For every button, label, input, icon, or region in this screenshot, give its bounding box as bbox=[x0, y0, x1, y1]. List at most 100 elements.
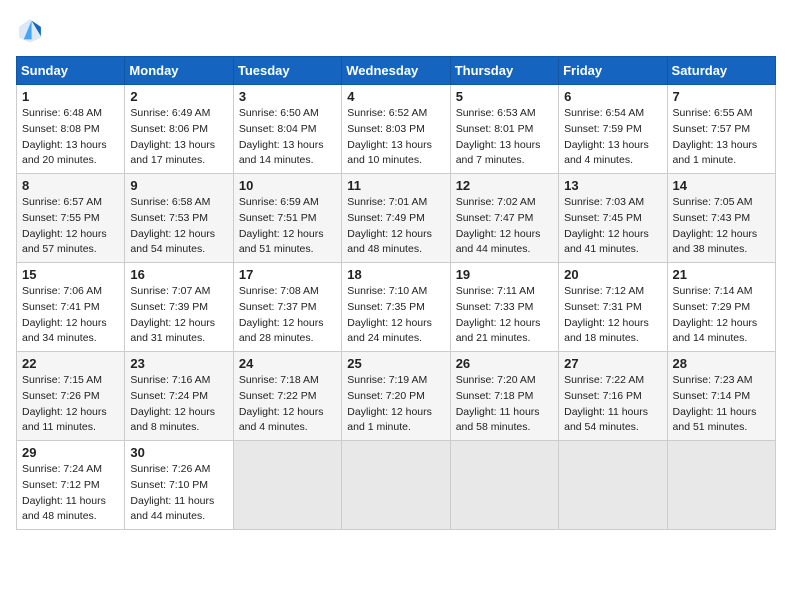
daylight-label: Daylight: 12 hours and 1 minute. bbox=[347, 406, 432, 434]
sunrise-label: Sunrise: 6:53 AM bbox=[456, 107, 536, 119]
daylight-label: Daylight: 12 hours and 28 minutes. bbox=[239, 317, 324, 345]
sunrise-label: Sunrise: 6:48 AM bbox=[22, 107, 102, 119]
calendar-cell: 15 Sunrise: 7:06 AM Sunset: 7:41 PM Dayl… bbox=[17, 263, 125, 352]
sunrise-label: Sunrise: 7:08 AM bbox=[239, 285, 319, 297]
day-info: Sunrise: 6:54 AM Sunset: 7:59 PM Dayligh… bbox=[564, 106, 661, 169]
sunrise-label: Sunrise: 7:19 AM bbox=[347, 374, 427, 386]
daylight-label: Daylight: 13 hours and 4 minutes. bbox=[564, 139, 649, 167]
day-info: Sunrise: 6:55 AM Sunset: 7:57 PM Dayligh… bbox=[673, 106, 770, 169]
daylight-label: Daylight: 12 hours and 57 minutes. bbox=[22, 228, 107, 256]
day-info: Sunrise: 7:24 AM Sunset: 7:12 PM Dayligh… bbox=[22, 462, 119, 525]
day-number: 8 bbox=[22, 178, 119, 193]
daylight-label: Daylight: 11 hours and 44 minutes. bbox=[130, 495, 214, 523]
sunset-label: Sunset: 7:51 PM bbox=[239, 212, 317, 224]
day-number: 23 bbox=[130, 356, 227, 371]
day-number: 27 bbox=[564, 356, 661, 371]
calendar-week-row: 15 Sunrise: 7:06 AM Sunset: 7:41 PM Dayl… bbox=[17, 263, 776, 352]
day-info: Sunrise: 6:59 AM Sunset: 7:51 PM Dayligh… bbox=[239, 195, 336, 258]
calendar-cell: 24 Sunrise: 7:18 AM Sunset: 7:22 PM Dayl… bbox=[233, 352, 341, 441]
daylight-label: Daylight: 12 hours and 34 minutes. bbox=[22, 317, 107, 345]
sunrise-label: Sunrise: 7:12 AM bbox=[564, 285, 644, 297]
calendar-cell: 6 Sunrise: 6:54 AM Sunset: 7:59 PM Dayli… bbox=[559, 85, 667, 174]
day-info: Sunrise: 7:10 AM Sunset: 7:35 PM Dayligh… bbox=[347, 284, 444, 347]
calendar-cell bbox=[342, 441, 450, 530]
calendar-cell: 11 Sunrise: 7:01 AM Sunset: 7:49 PM Dayl… bbox=[342, 174, 450, 263]
calendar-week-row: 1 Sunrise: 6:48 AM Sunset: 8:08 PM Dayli… bbox=[17, 85, 776, 174]
page-header bbox=[16, 16, 776, 44]
sunrise-label: Sunrise: 7:18 AM bbox=[239, 374, 319, 386]
sunset-label: Sunset: 7:53 PM bbox=[130, 212, 208, 224]
daylight-label: Daylight: 12 hours and 51 minutes. bbox=[239, 228, 324, 256]
calendar-header-row: SundayMondayTuesdayWednesdayThursdayFrid… bbox=[17, 57, 776, 85]
daylight-label: Daylight: 12 hours and 18 minutes. bbox=[564, 317, 649, 345]
calendar-cell: 18 Sunrise: 7:10 AM Sunset: 7:35 PM Dayl… bbox=[342, 263, 450, 352]
calendar-header-saturday: Saturday bbox=[667, 57, 775, 85]
calendar-cell: 30 Sunrise: 7:26 AM Sunset: 7:10 PM Dayl… bbox=[125, 441, 233, 530]
calendar-cell: 23 Sunrise: 7:16 AM Sunset: 7:24 PM Dayl… bbox=[125, 352, 233, 441]
calendar-cell: 8 Sunrise: 6:57 AM Sunset: 7:55 PM Dayli… bbox=[17, 174, 125, 263]
daylight-label: Daylight: 13 hours and 10 minutes. bbox=[347, 139, 432, 167]
daylight-label: Daylight: 12 hours and 48 minutes. bbox=[347, 228, 432, 256]
daylight-label: Daylight: 12 hours and 31 minutes. bbox=[130, 317, 215, 345]
calendar-cell: 26 Sunrise: 7:20 AM Sunset: 7:18 PM Dayl… bbox=[450, 352, 558, 441]
logo bbox=[16, 16, 48, 44]
sunset-label: Sunset: 7:20 PM bbox=[347, 390, 425, 402]
calendar-cell: 28 Sunrise: 7:23 AM Sunset: 7:14 PM Dayl… bbox=[667, 352, 775, 441]
calendar-cell bbox=[559, 441, 667, 530]
sunset-label: Sunset: 7:26 PM bbox=[22, 390, 100, 402]
day-info: Sunrise: 7:01 AM Sunset: 7:49 PM Dayligh… bbox=[347, 195, 444, 258]
calendar-cell: 14 Sunrise: 7:05 AM Sunset: 7:43 PM Dayl… bbox=[667, 174, 775, 263]
calendar-cell: 25 Sunrise: 7:19 AM Sunset: 7:20 PM Dayl… bbox=[342, 352, 450, 441]
sunset-label: Sunset: 7:31 PM bbox=[564, 301, 642, 313]
calendar-cell: 20 Sunrise: 7:12 AM Sunset: 7:31 PM Dayl… bbox=[559, 263, 667, 352]
calendar-cell: 3 Sunrise: 6:50 AM Sunset: 8:04 PM Dayli… bbox=[233, 85, 341, 174]
sunrise-label: Sunrise: 6:50 AM bbox=[239, 107, 319, 119]
calendar-header-tuesday: Tuesday bbox=[233, 57, 341, 85]
sunrise-label: Sunrise: 7:14 AM bbox=[673, 285, 753, 297]
sunset-label: Sunset: 7:10 PM bbox=[130, 479, 208, 491]
calendar-week-row: 8 Sunrise: 6:57 AM Sunset: 7:55 PM Dayli… bbox=[17, 174, 776, 263]
day-number: 22 bbox=[22, 356, 119, 371]
sunrise-label: Sunrise: 7:11 AM bbox=[456, 285, 535, 297]
day-info: Sunrise: 7:03 AM Sunset: 7:45 PM Dayligh… bbox=[564, 195, 661, 258]
day-number: 26 bbox=[456, 356, 553, 371]
sunset-label: Sunset: 7:41 PM bbox=[22, 301, 100, 313]
daylight-label: Daylight: 13 hours and 17 minutes. bbox=[130, 139, 215, 167]
day-number: 19 bbox=[456, 267, 553, 282]
logo-icon bbox=[16, 16, 44, 44]
day-info: Sunrise: 6:49 AM Sunset: 8:06 PM Dayligh… bbox=[130, 106, 227, 169]
calendar-header-friday: Friday bbox=[559, 57, 667, 85]
day-info: Sunrise: 6:53 AM Sunset: 8:01 PM Dayligh… bbox=[456, 106, 553, 169]
day-number: 17 bbox=[239, 267, 336, 282]
calendar-cell: 7 Sunrise: 6:55 AM Sunset: 7:57 PM Dayli… bbox=[667, 85, 775, 174]
daylight-label: Daylight: 12 hours and 24 minutes. bbox=[347, 317, 432, 345]
day-info: Sunrise: 6:48 AM Sunset: 8:08 PM Dayligh… bbox=[22, 106, 119, 169]
day-number: 3 bbox=[239, 89, 336, 104]
sunrise-label: Sunrise: 6:54 AM bbox=[564, 107, 644, 119]
day-info: Sunrise: 7:15 AM Sunset: 7:26 PM Dayligh… bbox=[22, 373, 119, 436]
calendar-cell bbox=[450, 441, 558, 530]
sunset-label: Sunset: 7:22 PM bbox=[239, 390, 317, 402]
sunset-label: Sunset: 7:18 PM bbox=[456, 390, 534, 402]
sunset-label: Sunset: 8:03 PM bbox=[347, 123, 425, 135]
sunrise-label: Sunrise: 7:24 AM bbox=[22, 463, 102, 475]
sunset-label: Sunset: 7:43 PM bbox=[673, 212, 751, 224]
day-number: 4 bbox=[347, 89, 444, 104]
day-info: Sunrise: 7:18 AM Sunset: 7:22 PM Dayligh… bbox=[239, 373, 336, 436]
sunrise-label: Sunrise: 7:06 AM bbox=[22, 285, 102, 297]
sunrise-label: Sunrise: 6:55 AM bbox=[673, 107, 753, 119]
sunset-label: Sunset: 7:45 PM bbox=[564, 212, 642, 224]
day-number: 2 bbox=[130, 89, 227, 104]
sunrise-label: Sunrise: 7:01 AM bbox=[347, 196, 427, 208]
sunset-label: Sunset: 8:06 PM bbox=[130, 123, 208, 135]
sunrise-label: Sunrise: 6:59 AM bbox=[239, 196, 319, 208]
sunset-label: Sunset: 7:49 PM bbox=[347, 212, 425, 224]
day-info: Sunrise: 7:20 AM Sunset: 7:18 PM Dayligh… bbox=[456, 373, 553, 436]
day-number: 25 bbox=[347, 356, 444, 371]
day-number: 14 bbox=[673, 178, 770, 193]
day-number: 11 bbox=[347, 178, 444, 193]
day-number: 16 bbox=[130, 267, 227, 282]
daylight-label: Daylight: 12 hours and 38 minutes. bbox=[673, 228, 758, 256]
calendar-cell bbox=[233, 441, 341, 530]
calendar-week-row: 29 Sunrise: 7:24 AM Sunset: 7:12 PM Dayl… bbox=[17, 441, 776, 530]
